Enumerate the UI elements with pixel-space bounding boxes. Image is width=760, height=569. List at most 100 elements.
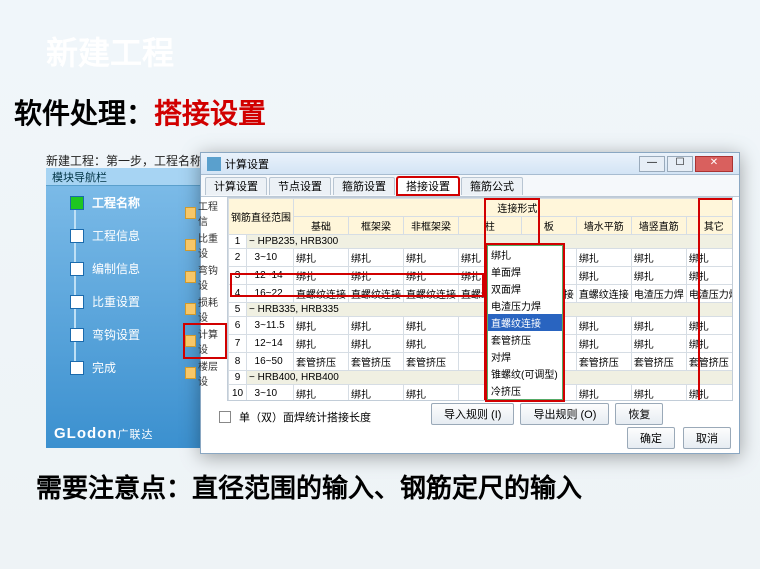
row-num: 8	[229, 353, 247, 371]
connection-dropdown[interactable]: 绑扎单面焊双面焊电渣压力焊直螺纹连接套管挤压对焊锥螺纹(可调型)冷挤压	[487, 245, 563, 400]
app-icon	[207, 157, 221, 171]
wizard-tab[interactable]: 模块导航栏	[46, 168, 225, 186]
tree-item-3[interactable]: 损耗设	[185, 293, 225, 325]
tab-2[interactable]: 箍筋设置	[333, 177, 395, 195]
row-num: 5	[229, 303, 247, 317]
dropdown-option-7[interactable]: 锥螺纹(可调型)	[488, 365, 562, 382]
folder-icon	[185, 367, 196, 379]
data-cell[interactable]: 绑扎	[576, 267, 631, 285]
data-cell[interactable]: 套管挤压	[631, 353, 686, 371]
data-cell[interactable]: 绑扎	[404, 385, 459, 402]
row-num: 3	[229, 267, 247, 285]
tree-item-4[interactable]: 计算设	[185, 325, 225, 357]
range-cell[interactable]: 12~14	[247, 267, 294, 285]
data-cell[interactable]: 电渣压力焊	[686, 285, 733, 303]
data-cell[interactable]: 直螺纹连接	[294, 285, 349, 303]
restore-button[interactable]: 恢复	[615, 403, 663, 425]
tab-3[interactable]: 搭接设置	[397, 177, 459, 195]
export-rules-button[interactable]: 导出规则 (O)	[520, 403, 609, 425]
data-cell[interactable]: 套管挤压	[294, 353, 349, 371]
data-cell[interactable]: 绑扎	[631, 385, 686, 402]
data-cell[interactable]: 绑扎	[686, 267, 733, 285]
data-cell[interactable]: 套管挤压	[404, 353, 459, 371]
tab-1[interactable]: 节点设置	[269, 177, 331, 195]
step-box-icon	[70, 361, 84, 375]
maximize-button[interactable]: ☐	[667, 156, 693, 172]
data-cell[interactable]: 绑扎	[576, 335, 631, 353]
data-cell[interactable]: 绑扎	[349, 317, 404, 335]
dropdown-option-5[interactable]: 套管挤压	[488, 331, 562, 348]
range-cell[interactable]: 16~50	[247, 353, 294, 371]
data-cell[interactable]: 绑扎	[404, 267, 459, 285]
tree-item-0[interactable]: 工程信	[185, 197, 225, 229]
data-cell[interactable]: 绑扎	[294, 267, 349, 285]
close-button[interactable]: ✕	[695, 156, 733, 172]
data-cell[interactable]: 直螺纹连接	[349, 285, 404, 303]
data-cell[interactable]: 绑扎	[404, 317, 459, 335]
tab-0[interactable]: 计算设置	[205, 177, 267, 195]
data-cell[interactable]: 套管挤压	[576, 353, 631, 371]
dialog-title-bar[interactable]: 计算设置 — ☐ ✕	[201, 153, 739, 175]
cancel-button[interactable]: 取消	[683, 427, 731, 449]
range-cell[interactable]: 3~11.5	[247, 317, 294, 335]
data-cell[interactable]: 绑扎	[631, 249, 686, 267]
col-5: 墙水平筋	[576, 217, 631, 235]
dropdown-option-6[interactable]: 对焊	[488, 348, 562, 365]
step-label: 工程名称	[92, 194, 140, 211]
dropdown-option-4[interactable]: 直螺纹连接	[488, 314, 562, 331]
range-cell[interactable]: 3~10	[247, 249, 294, 267]
data-cell[interactable]: 绑扎	[631, 335, 686, 353]
data-cell[interactable]: 绑扎	[349, 385, 404, 402]
data-cell[interactable]: 电渣压力焊	[631, 285, 686, 303]
folder-icon	[185, 303, 196, 315]
dropdown-option-3[interactable]: 电渣压力焊	[488, 297, 562, 314]
dropdown-option-8[interactable]: 冷挤压	[488, 382, 562, 399]
data-cell[interactable]: 绑扎	[631, 267, 686, 285]
data-cell[interactable]: 直螺纹连接	[404, 285, 459, 303]
row-num: 9	[229, 371, 247, 385]
data-cell[interactable]: 绑扎	[576, 249, 631, 267]
data-cell[interactable]: 绑扎	[349, 267, 404, 285]
lap-settings-table[interactable]: 钢筋直径范围连接形式墙柱垂直筋定尺其余钢筋定尺基础框架梁非框架梁柱板墙水平筋墙竖…	[228, 198, 733, 401]
dropdown-option-2[interactable]: 双面焊	[488, 280, 562, 297]
range-cell[interactable]: 12~14	[247, 335, 294, 353]
folder-icon	[185, 207, 196, 219]
data-cell[interactable]: 绑扎	[349, 335, 404, 353]
data-cell[interactable]: 绑扎	[576, 385, 631, 402]
data-cell[interactable]: 绑扎	[294, 335, 349, 353]
data-cell[interactable]: 直螺纹连接	[576, 285, 631, 303]
data-cell[interactable]: 绑扎	[686, 385, 733, 402]
data-cell[interactable]: 绑扎	[686, 335, 733, 353]
data-cell[interactable]: 绑扎	[686, 249, 733, 267]
data-cell[interactable]: 绑扎	[294, 317, 349, 335]
tree-label: 计算设	[198, 326, 225, 356]
data-cell[interactable]: 绑扎	[631, 317, 686, 335]
data-cell[interactable]: 绑扎	[576, 317, 631, 335]
data-cell[interactable]: 绑扎	[294, 385, 349, 402]
range-cell[interactable]: 16~22	[247, 285, 294, 303]
tree-peek: 工程信比重设弯钩设损耗设计算设楼层设	[185, 197, 225, 389]
tree-item-2[interactable]: 弯钩设	[185, 261, 225, 293]
step-box-icon	[70, 295, 84, 309]
tab-4[interactable]: 箍筋公式	[461, 177, 523, 195]
step-box-icon	[70, 328, 84, 342]
data-cell[interactable]: 绑扎	[294, 249, 349, 267]
minimize-button[interactable]: —	[639, 156, 665, 172]
ok-button[interactable]: 确定	[627, 427, 675, 449]
dropdown-option-0[interactable]: 绑扎	[488, 246, 562, 263]
data-cell[interactable]: 绑扎	[404, 335, 459, 353]
data-cell[interactable]: 绑扎	[349, 249, 404, 267]
import-rules-button[interactable]: 导入规则 (I)	[431, 403, 514, 425]
data-cell[interactable]: 绑扎	[686, 317, 733, 335]
data-cell[interactable]: 套管挤压	[686, 353, 733, 371]
tree-label: 损耗设	[198, 294, 225, 324]
tree-item-5[interactable]: 楼层设	[185, 357, 225, 389]
range-cell[interactable]: 3~10	[247, 385, 294, 402]
dropdown-option-1[interactable]: 单面焊	[488, 263, 562, 280]
folder-icon	[185, 271, 196, 283]
data-cell[interactable]: 绑扎	[404, 249, 459, 267]
weld-checkbox[interactable]	[219, 411, 231, 423]
col-1: 框架梁	[349, 217, 404, 235]
tree-item-1[interactable]: 比重设	[185, 229, 225, 261]
data-cell[interactable]: 套管挤压	[349, 353, 404, 371]
